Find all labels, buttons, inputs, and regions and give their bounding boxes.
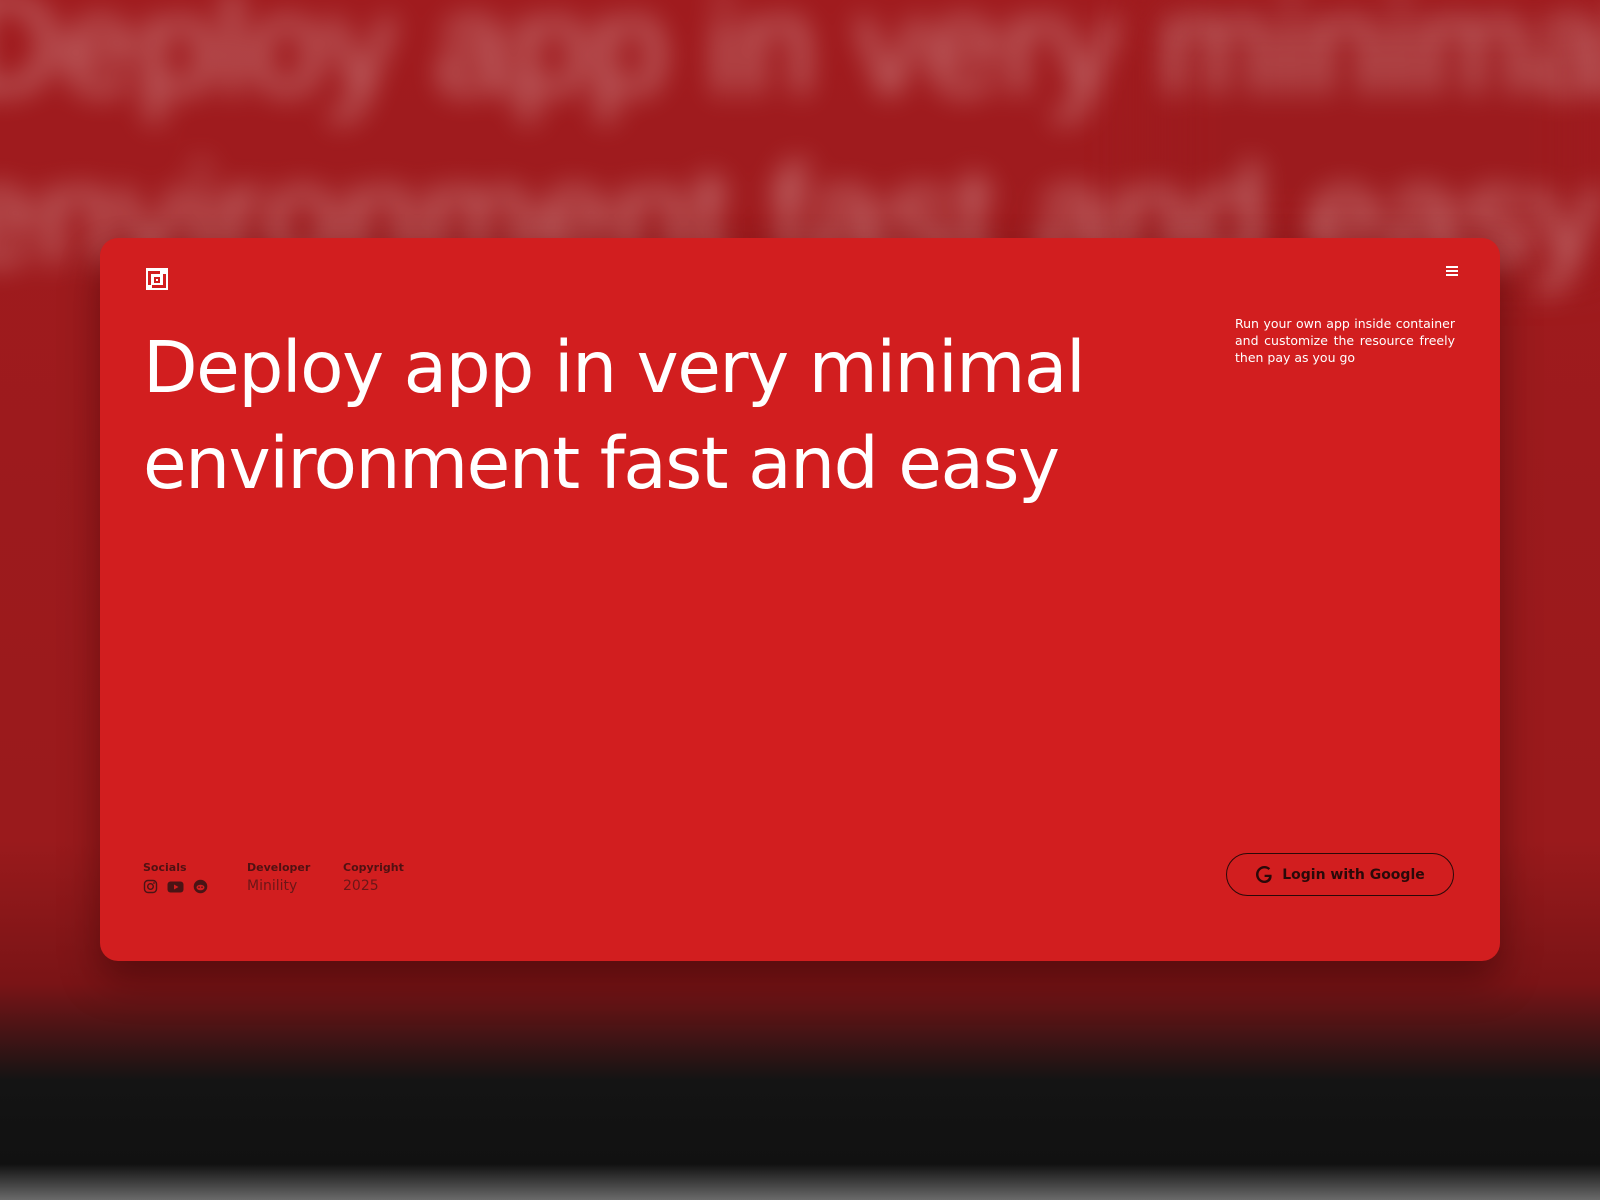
login-button-label: Login with Google: [1282, 866, 1425, 883]
developer-label: Developer: [247, 861, 311, 874]
instagram-icon[interactable]: [143, 879, 158, 894]
brand-logo-icon[interactable]: [146, 268, 168, 290]
hero-card: Deploy app in very minimal environment f…: [100, 238, 1500, 961]
social-icons: [143, 879, 208, 894]
developer-section: Developer Minility: [247, 861, 310, 894]
copyright-section: Copyright 2025: [343, 861, 404, 894]
headline-line-1: Deploy app in very minimal: [143, 326, 1086, 409]
hero-headline: Deploy app in very minimal environment f…: [143, 320, 1086, 512]
socials-section: Socials: [143, 861, 208, 894]
developer-value: Minility: [247, 878, 298, 894]
socials-label: Socials: [143, 861, 187, 874]
copyright-label: Copyright: [343, 861, 404, 874]
headline-line-2: environment fast and easy: [143, 422, 1060, 505]
youtube-icon[interactable]: [167, 879, 184, 894]
copyright-value: 2025: [343, 878, 379, 894]
hero-tagline: Run your own app inside container and cu…: [1235, 316, 1455, 365]
login-with-google-button[interactable]: Login with Google: [1226, 853, 1454, 896]
reddit-icon[interactable]: [193, 879, 208, 894]
blurred-line-1: Deploy app in very minimal: [0, 0, 1600, 123]
google-icon: [1255, 865, 1274, 884]
hamburger-menu-icon[interactable]: [1444, 263, 1460, 279]
